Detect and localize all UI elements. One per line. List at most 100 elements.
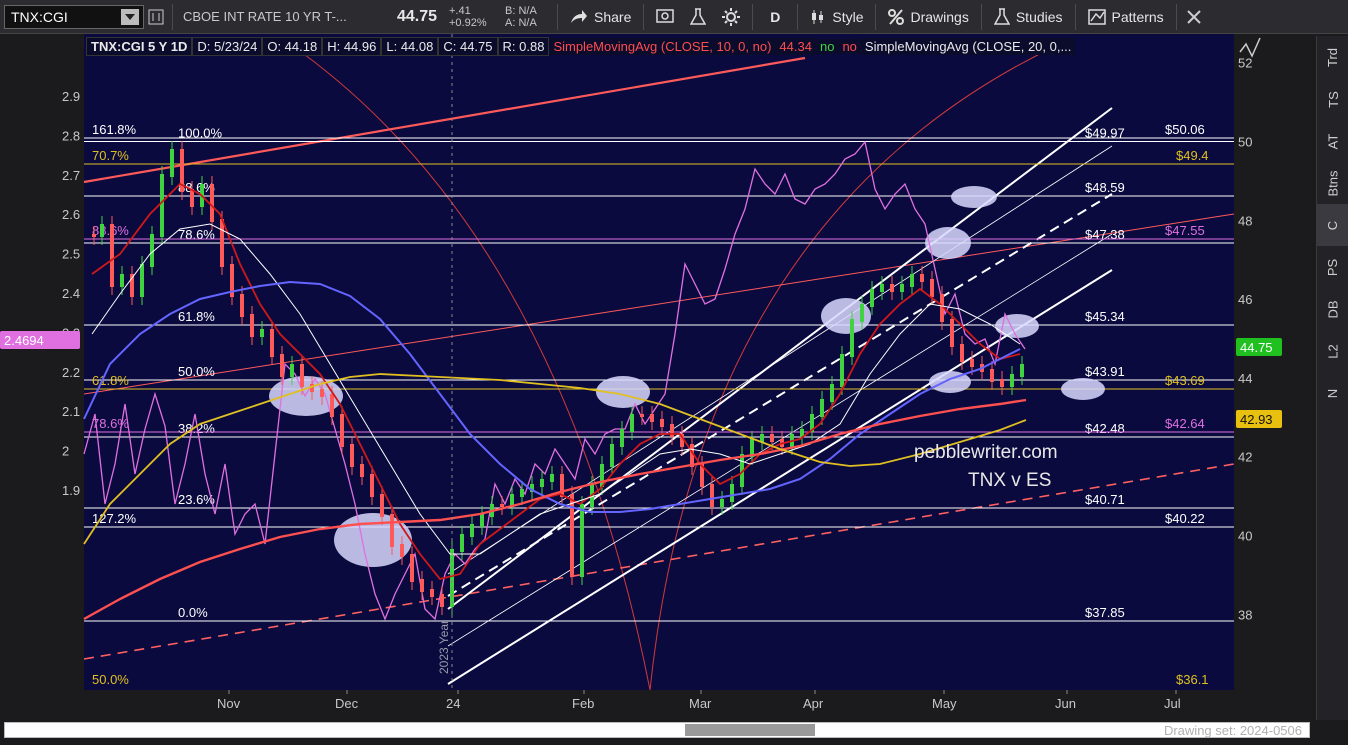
aggregation-button[interactable]: D <box>757 3 793 31</box>
tab-trd[interactable]: Trd <box>1317 36 1348 78</box>
divider <box>643 3 645 30</box>
close-icon <box>1186 9 1201 24</box>
symbol-text: TNX:CGI <box>11 8 68 25</box>
candle-body <box>890 284 894 292</box>
price-chart[interactable]: 100.0% $49.9788.6% $48.5978.6% $47.3861.8% $… <box>0 34 1316 720</box>
sma10-flag-green: no <box>815 38 839 54</box>
time-tick-Apr: Apr <box>803 696 824 711</box>
ext-price-0: $50.06 <box>1165 122 1205 137</box>
patterns-button[interactable]: Patterns <box>1080 3 1172 31</box>
candle-body <box>830 384 834 402</box>
settings-sliders-icon[interactable] <box>144 3 168 31</box>
candle-body <box>580 504 584 577</box>
candle-body <box>320 389 324 397</box>
symbol-selector[interactable]: TNX:CGI <box>4 4 144 29</box>
chevron-down-icon[interactable] <box>121 8 139 25</box>
left-tick-2.6: 2.6 <box>62 207 80 222</box>
target-ellipse-5 <box>951 186 997 208</box>
candle-body <box>100 224 104 237</box>
candle-body <box>850 319 854 357</box>
style-button[interactable]: Style <box>802 3 871 31</box>
drawing-set-label: Drawing set: 2024-0506 <box>1163 723 1302 738</box>
candle-body <box>480 514 484 527</box>
time-tick-May: May <box>932 696 957 711</box>
candle-body <box>390 514 394 547</box>
drawings-button[interactable]: Drawings <box>880 3 976 31</box>
candle-body <box>360 464 364 477</box>
settings-button[interactable] <box>714 3 748 31</box>
sma-badge: 42.93 <box>1240 412 1273 427</box>
candle-body <box>660 419 664 427</box>
horizontal-scrollbar[interactable] <box>4 722 1310 738</box>
ask-value: A: N/A <box>505 16 537 29</box>
close-button[interactable] <box>1181 3 1207 31</box>
flask-button[interactable] <box>682 3 714 31</box>
tab-n[interactable]: N <box>1317 372 1348 414</box>
candle-body <box>150 234 154 267</box>
time-tick-Mar: Mar <box>689 696 712 711</box>
tab-ts[interactable]: TS <box>1317 78 1348 120</box>
candle-body <box>900 284 904 292</box>
time-tick-Dec: Dec <box>335 696 359 711</box>
left-tick-2.4: 2.4 <box>62 286 80 301</box>
scrollbar-thumb[interactable] <box>685 724 815 736</box>
candle-body <box>330 394 334 417</box>
candle-body <box>110 224 114 287</box>
divider <box>1074 3 1076 30</box>
candle-body <box>630 414 634 432</box>
share-button[interactable]: Share <box>562 3 639 31</box>
tab-btns[interactable]: Btns <box>1317 162 1348 204</box>
price-change: +.41 +0.92% <box>449 5 505 29</box>
ext-price-2: $47.55 <box>1165 223 1205 238</box>
tab-c[interactable]: C <box>1317 204 1348 246</box>
chart-panel-button[interactable] <box>648 3 682 31</box>
ext-price-5: $40.22 <box>1165 511 1205 526</box>
flask-icon <box>690 7 707 25</box>
tab-at[interactable]: AT <box>1317 120 1348 162</box>
divider <box>557 3 558 30</box>
fib-pct-4: 50.0% <box>178 364 215 379</box>
sma20-legend[interactable]: SimpleMovingAvg (CLOSE, 20, 0,... <box>860 37 1076 55</box>
tab-l2[interactable]: L2 <box>1317 330 1348 372</box>
candle-body <box>720 499 724 507</box>
price-tick-38: 38 <box>1238 607 1252 622</box>
candle-body <box>470 524 474 537</box>
tab-ps[interactable]: PS <box>1317 246 1348 288</box>
bottom-bar: Drawing set: 2024-0506 <box>0 720 1348 745</box>
ext-price-6: $36.1 <box>1176 672 1209 687</box>
time-tick-Feb: Feb <box>572 696 594 711</box>
ext-pct-6: 50.0% <box>92 672 129 687</box>
sma10-legend[interactable]: SimpleMovingAvg (CLOSE, 10, 0, no) <box>549 37 776 55</box>
left-tick-2.2: 2.2 <box>62 365 80 380</box>
chart-panel-icon <box>656 8 675 23</box>
symbol-description: CBOE INT RATE 10 YR T-... <box>183 9 347 24</box>
fib-price-7: $37.85 <box>1085 605 1125 620</box>
plot-background <box>84 34 1234 690</box>
bid-value: B: N/A <box>505 4 537 17</box>
fib-pct-2: 78.6% <box>178 227 215 242</box>
tab-db[interactable]: DB <box>1317 288 1348 330</box>
candle-body <box>220 219 224 267</box>
candles-icon <box>812 9 824 24</box>
candle-body <box>380 494 384 517</box>
candle-body <box>350 444 354 467</box>
ext-pct-4: 78.6% <box>92 416 129 431</box>
candle-body <box>770 434 774 442</box>
candle-body <box>270 329 274 357</box>
divider <box>752 3 754 30</box>
bid-ask: B: N/A A: N/A <box>505 5 553 29</box>
studies-button[interactable]: Studies <box>986 3 1071 31</box>
ext-price-3: $43.69 <box>1165 373 1205 388</box>
sma10-value: 44.34 <box>775 37 816 55</box>
candle-body <box>1010 374 1014 387</box>
candle-body <box>820 399 824 417</box>
time-tick-24: 24 <box>446 696 460 711</box>
ext-price-1: $49.4 <box>1176 148 1209 163</box>
left-tick-2.7: 2.7 <box>62 168 80 183</box>
last-price: 44.75 <box>397 7 438 25</box>
right-sidebar-tabs: Trd TS AT Btns C PS DB L2 N <box>1316 36 1348 722</box>
percent-icon <box>888 8 905 25</box>
patterns-icon <box>1087 8 1106 25</box>
chart-area[interactable]: 100.0% $49.97 88.6% $48.59 78.6% $47.38 61.8% $… <box>0 34 1348 720</box>
left-tick-2.1: 2.1 <box>62 404 80 419</box>
